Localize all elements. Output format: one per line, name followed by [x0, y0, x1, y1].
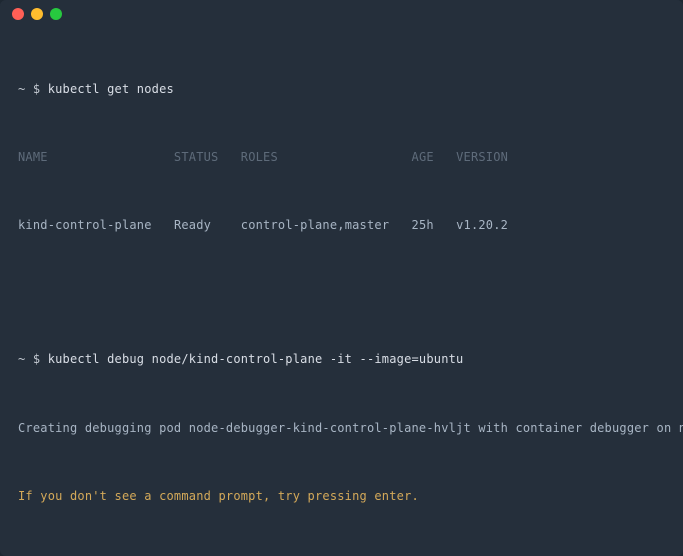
- cell-roles: control-plane,master: [241, 218, 390, 232]
- prompt-symbol: ~ $: [18, 352, 48, 366]
- titlebar: [0, 0, 683, 28]
- cell-version: v1.20.2: [456, 218, 508, 232]
- table-row: kind-control-plane Ready control-plane,m…: [18, 214, 665, 237]
- prompt-line-2: ~ $ kubectl debug node/kind-control-plan…: [18, 348, 665, 371]
- output-line: Creating debugging pod node-debugger-kin…: [18, 417, 665, 440]
- maximize-icon[interactable]: [50, 8, 62, 20]
- prompt-line-1: ~ $ kubectl get nodes: [18, 78, 665, 101]
- cell-status: Ready: [174, 218, 211, 232]
- minimize-icon[interactable]: [31, 8, 43, 20]
- col-roles: ROLES: [241, 150, 278, 164]
- col-age: AGE: [412, 150, 434, 164]
- output-warning: If you don't see a command prompt, try p…: [18, 485, 665, 508]
- terminal-window: ~ $ kubectl get nodes NAME STATUS ROLES …: [0, 0, 683, 556]
- cell-name: kind-control-plane: [18, 218, 152, 232]
- table-header: NAME STATUS ROLES AGE VERSION: [18, 146, 665, 169]
- cell-age: 25h: [412, 218, 434, 232]
- col-name: NAME: [18, 150, 48, 164]
- prompt-symbol: ~ $: [18, 82, 48, 96]
- spacer: [18, 283, 665, 303]
- command-text: kubectl debug node/kind-control-plane -i…: [48, 352, 464, 366]
- close-icon[interactable]: [12, 8, 24, 20]
- command-text: kubectl get nodes: [48, 82, 174, 96]
- col-version: VERSION: [456, 150, 508, 164]
- col-status: STATUS: [174, 150, 219, 164]
- terminal-body[interactable]: ~ $ kubectl get nodes NAME STATUS ROLES …: [0, 28, 683, 556]
